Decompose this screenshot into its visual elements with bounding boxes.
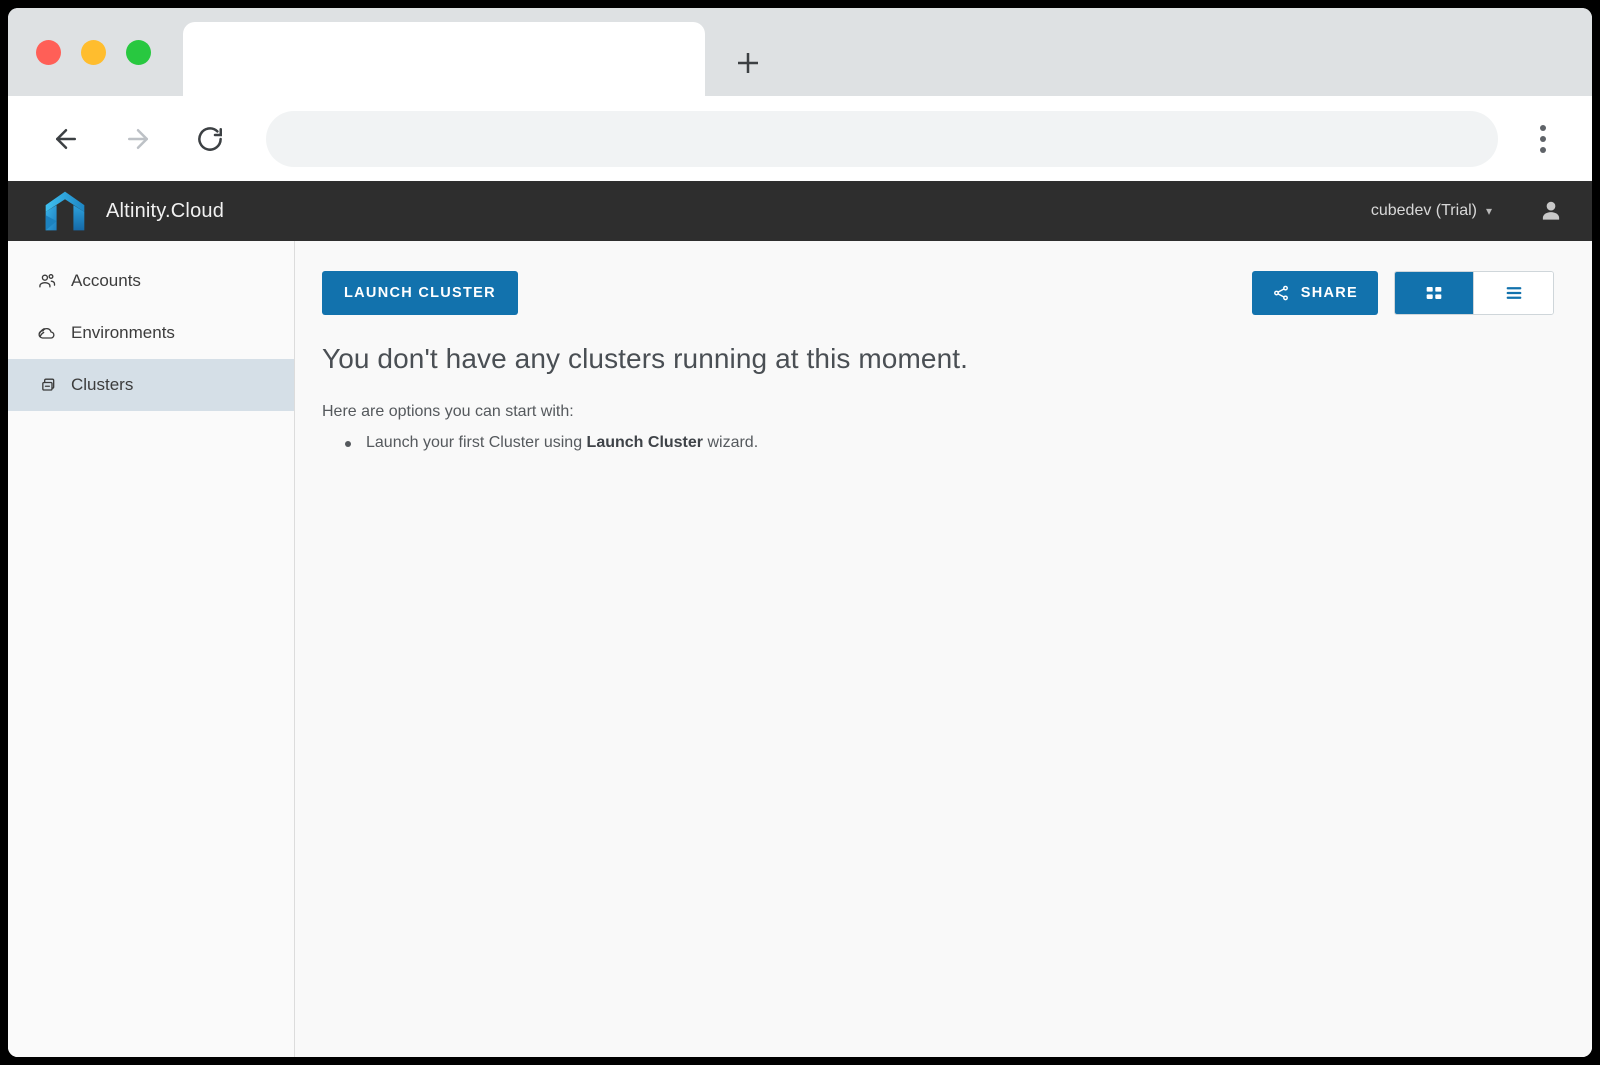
browser-menu-button[interactable] (1522, 113, 1564, 165)
back-arrow-icon (56, 128, 76, 149)
chevron-down-icon: ▾ (1485, 204, 1492, 218)
sidebar-item-label: Environments (71, 323, 175, 342)
window-traffic-lights (36, 40, 151, 65)
empty-state-options-list: Launch your first Cluster using Launch C… (322, 431, 1554, 456)
empty-state-subtitle: Here are options you can start with: (322, 403, 574, 420)
app-header: Altinity.Cloud cubedev (Trial) ▾ (8, 181, 1592, 241)
empty-state-title: You don't have any clusters running at t… (322, 343, 969, 374)
sidebar-item-label: Clusters (71, 375, 134, 394)
forward-arrow-icon (128, 128, 148, 149)
close-window-button[interactable] (36, 40, 61, 65)
sidebar-item-label: Accounts (71, 271, 141, 290)
cloud-icon (36, 322, 58, 344)
sidebar-item-accounts[interactable]: Accounts (8, 255, 294, 307)
view-toggle-group (1394, 271, 1554, 315)
new-tab-button[interactable] (726, 41, 770, 85)
reload-button[interactable] (182, 111, 238, 167)
account-switcher-label: cubedev (Trial) (1370, 202, 1477, 219)
minimize-window-button[interactable] (81, 40, 106, 65)
view-toggle-grid-button[interactable] (1395, 272, 1474, 314)
launch-cluster-button[interactable]: LAUNCH CLUSTER (322, 271, 518, 315)
list-item: Launch your first Cluster using Launch C… (345, 431, 1554, 456)
altinity-logo-icon (45, 191, 85, 231)
kebab-menu-icon (1540, 124, 1546, 131)
forward-button[interactable] (110, 111, 166, 167)
kebab-menu-icon (1540, 135, 1546, 142)
account-switcher[interactable]: cubedev (Trial) ▾ (1371, 202, 1492, 220)
browser-window: Altinity.Cloud cubedev (Trial) ▾ Account… (8, 8, 1592, 1057)
sidebar-item-clusters[interactable]: Clusters (8, 359, 294, 411)
user-avatar-button[interactable] (1534, 194, 1568, 228)
empty-state: You don't have any clusters running at t… (322, 321, 1554, 456)
reload-icon (198, 126, 222, 151)
maximize-window-button[interactable] (126, 40, 151, 65)
list-item-emphasis: Launch Cluster (586, 434, 704, 451)
browser-tab-strip (8, 8, 1592, 96)
back-button[interactable] (38, 111, 94, 167)
kebab-menu-icon (1540, 146, 1546, 153)
app-brand-name: Altinity.Cloud (106, 199, 225, 222)
sidebar-item-environments[interactable]: Environments (8, 307, 294, 359)
plus-icon (738, 53, 758, 73)
grid-view-icon (1426, 287, 1442, 299)
users-icon (36, 270, 58, 292)
browser-tab[interactable] (183, 22, 705, 96)
app-viewport: Altinity.Cloud cubedev (Trial) ▾ Account… (8, 181, 1592, 1057)
share-button[interactable]: SHARE (1251, 271, 1378, 315)
view-toggle-list-button[interactable] (1474, 272, 1553, 314)
share-button-label: SHARE (1300, 285, 1358, 301)
browser-toolbar (8, 96, 1592, 181)
list-item-suffix: wizard. (703, 434, 759, 451)
list-item-prefix: Launch your first Cluster using (366, 434, 587, 451)
app-body: Accounts Environments Clusters LAUNCH CL… (8, 241, 1592, 1057)
clusters-icon (36, 374, 58, 396)
main-content: LAUNCH CLUSTER SHARE You don't have any … (295, 241, 1592, 1057)
user-icon (1542, 201, 1560, 220)
action-bar: LAUNCH CLUSTER SHARE (322, 271, 1554, 321)
sidebar: Accounts Environments Clusters (8, 241, 295, 1057)
share-icon (1273, 285, 1288, 301)
address-bar[interactable] (266, 110, 1498, 167)
list-view-icon (1506, 287, 1521, 299)
